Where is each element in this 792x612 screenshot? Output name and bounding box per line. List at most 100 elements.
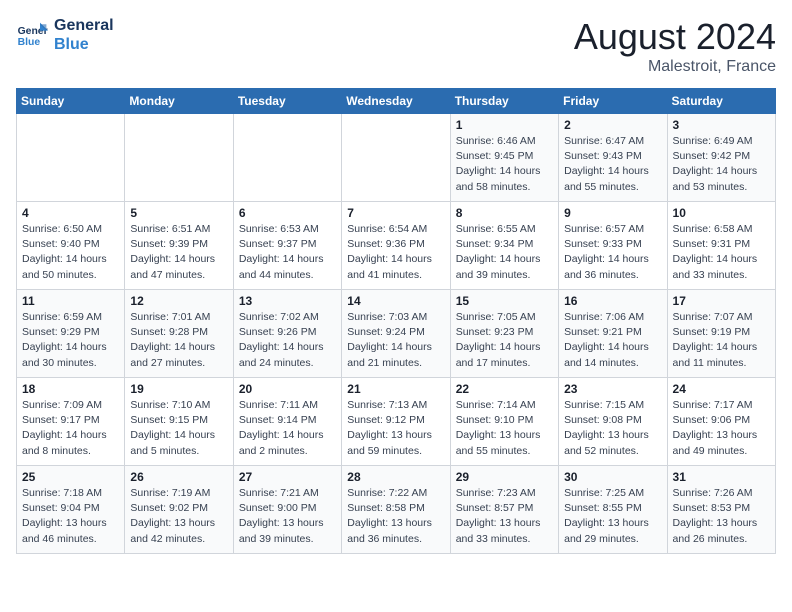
day-number: 23 (564, 382, 661, 396)
day-info: Sunrise: 6:51 AMSunset: 9:39 PMDaylight:… (130, 222, 227, 283)
calendar-title: August 2024 (574, 16, 776, 58)
day-number: 8 (456, 206, 553, 220)
day-info: Sunrise: 6:55 AMSunset: 9:34 PMDaylight:… (456, 222, 553, 283)
day-info: Sunrise: 6:46 AMSunset: 9:45 PMDaylight:… (456, 134, 553, 195)
day-info: Sunrise: 7:21 AMSunset: 9:00 PMDaylight:… (239, 486, 336, 547)
day-number: 16 (564, 294, 661, 308)
page-header: General Blue General Blue August 2024 Ma… (16, 16, 776, 76)
day-info: Sunrise: 7:26 AMSunset: 8:53 PMDaylight:… (673, 486, 770, 547)
day-info: Sunrise: 7:19 AMSunset: 9:02 PMDaylight:… (130, 486, 227, 547)
calendar-week-row: 11Sunrise: 6:59 AMSunset: 9:29 PMDayligh… (17, 290, 776, 378)
calendar-cell: 3Sunrise: 6:49 AMSunset: 9:42 PMDaylight… (667, 114, 775, 202)
calendar-cell: 25 Sunrise: 7:18 AMSunset: 9:04 PMDayligh… (17, 466, 125, 554)
logo-text-blue: Blue (54, 35, 114, 54)
calendar-cell: 31 Sunrise: 7:26 AMSunset: 8:53 PMDayligh… (667, 466, 775, 554)
calendar-cell (233, 114, 341, 202)
day-number: 31 (673, 470, 770, 484)
title-block: August 2024 Malestroit, France (574, 16, 776, 76)
calendar-table: SundayMondayTuesdayWednesdayThursdayFrid… (16, 88, 776, 554)
day-info: Sunrise: 7:11 AMSunset: 9:14 PMDaylight:… (239, 398, 336, 459)
day-info: Sunrise: 7:09 AMSunset: 9:17 PMDaylight:… (22, 398, 119, 459)
calendar-cell: 4Sunrise: 6:50 AMSunset: 9:40 PMDaylight… (17, 202, 125, 290)
logo: General Blue General Blue (16, 16, 114, 54)
day-number: 22 (456, 382, 553, 396)
calendar-cell (125, 114, 233, 202)
calendar-cell: 10Sunrise: 6:58 AMSunset: 9:31 PMDayligh… (667, 202, 775, 290)
calendar-week-row: 25 Sunrise: 7:18 AMSunset: 9:04 PMDayligh… (17, 466, 776, 554)
calendar-week-row: 1 Sunrise: 6:46 AMSunset: 9:45 PMDaylight… (17, 114, 776, 202)
day-header-wednesday: Wednesday (342, 89, 450, 114)
calendar-cell: 9 Sunrise: 6:57 AMSunset: 9:33 PMDaylight… (559, 202, 667, 290)
day-header-thursday: Thursday (450, 89, 558, 114)
day-number: 12 (130, 294, 227, 308)
calendar-cell: 17Sunrise: 7:07 AMSunset: 9:19 PMDayligh… (667, 290, 775, 378)
day-info: Sunrise: 6:53 AMSunset: 9:37 PMDaylight:… (239, 222, 336, 283)
calendar-cell: 18 Sunrise: 7:09 AMSunset: 9:17 PMDayligh… (17, 378, 125, 466)
calendar-cell: 7 Sunrise: 6:54 AMSunset: 9:36 PMDaylight… (342, 202, 450, 290)
calendar-week-row: 18 Sunrise: 7:09 AMSunset: 9:17 PMDayligh… (17, 378, 776, 466)
day-number: 20 (239, 382, 336, 396)
calendar-cell: 27 Sunrise: 7:21 AMSunset: 9:00 PMDayligh… (233, 466, 341, 554)
calendar-cell: 8 Sunrise: 6:55 AMSunset: 9:34 PMDaylight… (450, 202, 558, 290)
day-number: 6 (239, 206, 336, 220)
day-header-friday: Friday (559, 89, 667, 114)
calendar-cell: 29Sunrise: 7:23 AMSunset: 8:57 PMDayligh… (450, 466, 558, 554)
day-header-saturday: Saturday (667, 89, 775, 114)
day-number: 3 (673, 118, 770, 132)
day-number: 7 (347, 206, 444, 220)
day-info: Sunrise: 7:07 AMSunset: 9:19 PMDaylight:… (673, 310, 770, 371)
calendar-cell: 24 Sunrise: 7:17 AMSunset: 9:06 PMDayligh… (667, 378, 775, 466)
calendar-cell: 21 Sunrise: 7:13 AMSunset: 9:12 PMDayligh… (342, 378, 450, 466)
day-number: 21 (347, 382, 444, 396)
calendar-cell: 28Sunrise: 7:22 AMSunset: 8:58 PMDayligh… (342, 466, 450, 554)
day-number: 27 (239, 470, 336, 484)
day-info: Sunrise: 7:25 AMSunset: 8:55 PMDaylight:… (564, 486, 661, 547)
day-info: Sunrise: 6:58 AMSunset: 9:31 PMDaylight:… (673, 222, 770, 283)
calendar-cell: 14Sunrise: 7:03 AMSunset: 9:24 PMDayligh… (342, 290, 450, 378)
day-number: 4 (22, 206, 119, 220)
svg-text:Blue: Blue (18, 37, 41, 48)
day-header-sunday: Sunday (17, 89, 125, 114)
day-info: Sunrise: 7:03 AMSunset: 9:24 PMDaylight:… (347, 310, 444, 371)
day-number: 26 (130, 470, 227, 484)
day-info: Sunrise: 7:10 AMSunset: 9:15 PMDaylight:… (130, 398, 227, 459)
day-number: 5 (130, 206, 227, 220)
calendar-cell: 23Sunrise: 7:15 AMSunset: 9:08 PMDayligh… (559, 378, 667, 466)
calendar-cell: 30 Sunrise: 7:25 AMSunset: 8:55 PMDayligh… (559, 466, 667, 554)
calendar-cell: 5 Sunrise: 6:51 AMSunset: 9:39 PMDaylight… (125, 202, 233, 290)
day-info: Sunrise: 7:01 AMSunset: 9:28 PMDaylight:… (130, 310, 227, 371)
day-number: 2 (564, 118, 661, 132)
calendar-cell (17, 114, 125, 202)
day-number: 30 (564, 470, 661, 484)
calendar-subtitle: Malestroit, France (574, 58, 776, 76)
day-info: Sunrise: 7:05 AMSunset: 9:23 PMDaylight:… (456, 310, 553, 371)
day-info: Sunrise: 7:06 AMSunset: 9:21 PMDaylight:… (564, 310, 661, 371)
calendar-cell: 1 Sunrise: 6:46 AMSunset: 9:45 PMDaylight… (450, 114, 558, 202)
day-info: Sunrise: 6:57 AMSunset: 9:33 PMDaylight:… (564, 222, 661, 283)
calendar-week-row: 4Sunrise: 6:50 AMSunset: 9:40 PMDaylight… (17, 202, 776, 290)
day-number: 18 (22, 382, 119, 396)
calendar-cell: 16 Sunrise: 7:06 AMSunset: 9:21 PMDayligh… (559, 290, 667, 378)
day-number: 25 (22, 470, 119, 484)
day-info: Sunrise: 7:18 AMSunset: 9:04 PMDaylight:… (22, 486, 119, 547)
logo-icon: General Blue (16, 21, 48, 49)
calendar-cell: 2 Sunrise: 6:47 AMSunset: 9:43 PMDaylight… (559, 114, 667, 202)
day-number: 1 (456, 118, 553, 132)
day-info: Sunrise: 7:17 AMSunset: 9:06 PMDaylight:… (673, 398, 770, 459)
calendar-cell (342, 114, 450, 202)
day-header-tuesday: Tuesday (233, 89, 341, 114)
day-number: 24 (673, 382, 770, 396)
day-info: Sunrise: 6:47 AMSunset: 9:43 PMDaylight:… (564, 134, 661, 195)
calendar-cell: 13Sunrise: 7:02 AMSunset: 9:26 PMDayligh… (233, 290, 341, 378)
day-number: 9 (564, 206, 661, 220)
calendar-cell: 19Sunrise: 7:10 AMSunset: 9:15 PMDayligh… (125, 378, 233, 466)
calendar-cell: 26 Sunrise: 7:19 AMSunset: 9:02 PMDayligh… (125, 466, 233, 554)
calendar-header-row: SundayMondayTuesdayWednesdayThursdayFrid… (17, 89, 776, 114)
calendar-cell: 11Sunrise: 6:59 AMSunset: 9:29 PMDayligh… (17, 290, 125, 378)
day-number: 11 (22, 294, 119, 308)
day-info: Sunrise: 6:54 AMSunset: 9:36 PMDaylight:… (347, 222, 444, 283)
day-number: 13 (239, 294, 336, 308)
day-info: Sunrise: 7:13 AMSunset: 9:12 PMDaylight:… (347, 398, 444, 459)
day-header-monday: Monday (125, 89, 233, 114)
calendar-cell: 15Sunrise: 7:05 AMSunset: 9:23 PMDayligh… (450, 290, 558, 378)
